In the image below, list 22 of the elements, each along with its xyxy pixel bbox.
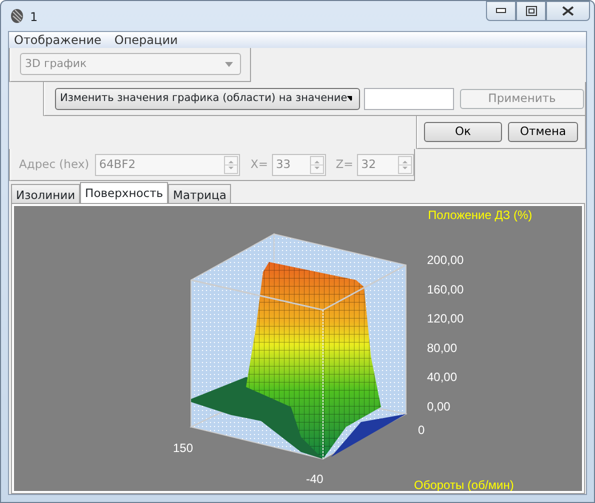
menu-item[interactable]: Отображение — [14, 32, 102, 48]
tick-label: 0,00 — [427, 400, 450, 414]
tick-label: 150 — [173, 441, 194, 455]
window-title: 1 — [30, 9, 38, 26]
tick-label: 160,00 — [427, 282, 464, 296]
tick-label: 40,00 — [427, 370, 458, 384]
axis-title: Положение ДЗ (%) — [428, 208, 532, 222]
field-label: Z= — [336, 156, 354, 173]
field-label: X= — [250, 156, 268, 173]
dialog-button[interactable]: Ок — [424, 122, 502, 142]
tab[interactable]: Поверхность — [80, 182, 168, 203]
operation-select[interactable]: Изменить значения графика (области) на значение — [55, 88, 360, 110]
field-label: Адрес (hex) — [19, 156, 90, 173]
tick-label: 80,00 — [427, 340, 458, 355]
tick-label: 200,00 — [427, 253, 464, 267]
dialog-button[interactable]: Отмена — [508, 122, 578, 142]
tick-label: 0 — [418, 423, 425, 437]
menu-item[interactable]: Операции — [114, 32, 178, 48]
tab[interactable]: Изолинии — [11, 184, 80, 203]
tick-label: 120,00 — [427, 312, 464, 326]
tab[interactable]: Матрица — [168, 184, 232, 203]
tick-label: -40 — [306, 472, 324, 486]
